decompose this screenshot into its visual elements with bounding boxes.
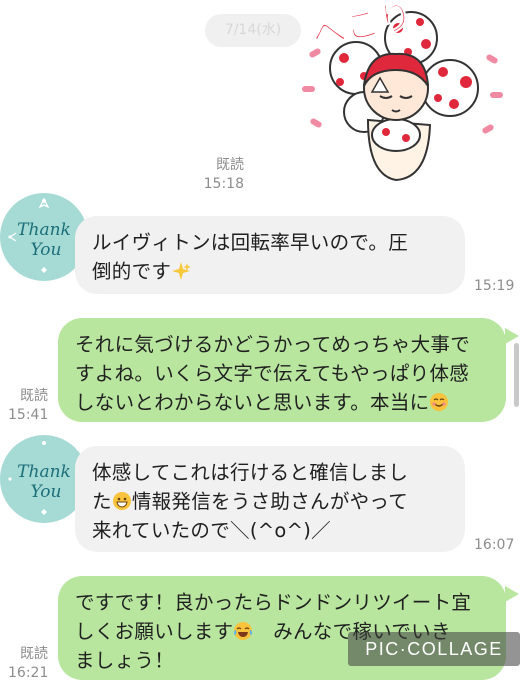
tears-of-joy-emoji (234, 622, 253, 640)
scrollbar[interactable] (514, 343, 519, 407)
outgoing-message[interactable]: それに気づけるかどうかってめっちゃ大事で すよね。いくら文字で伝えてもやっぱり体… (58, 318, 506, 422)
read-receipt: 既読 15:41 (8, 387, 48, 425)
message-line: 来れていたので＼(^o^)／ (92, 519, 331, 542)
bubble-tail (505, 586, 519, 602)
bow-sticker-icon[interactable]: ぺこり (268, 0, 523, 195)
message-time: 15:18 (203, 176, 244, 192)
message-line: すよね。いくら文字で伝えてもやっぱり体感 (75, 362, 470, 385)
read-receipt: 既読 15:18 (200, 156, 244, 194)
avatar-thank: Thank (17, 220, 71, 240)
incoming-message[interactable]: 体感してこれは行けると確信しまし た情報発信をうさ助さんがやって 来れていたので… (75, 446, 465, 552)
avatar-thank: Thank (17, 462, 71, 482)
message-line: 倒的です (92, 260, 172, 283)
avatar-you: You (31, 240, 62, 260)
watermark-badge: PIC·COLLAGE (348, 632, 520, 666)
smiling-face-emoji (430, 393, 449, 411)
grinning-face-emoji (112, 492, 131, 510)
bubble-tail (505, 328, 519, 344)
message-time: 16:07 (474, 537, 515, 553)
incoming-message[interactable]: ルイヴィトンは回転率早いので。圧 倒的です (75, 216, 465, 294)
sparkles-emoji (172, 262, 192, 280)
message-line: 情報発信をうさ助さんがやって (131, 490, 409, 513)
message-line: 体感してこれは行けると確信しまし (92, 461, 409, 484)
message-time: 15:41 (8, 407, 49, 423)
message-time: 15:19 (474, 278, 515, 294)
avatar-you: You (31, 482, 62, 502)
read-label: 既読 (216, 157, 244, 173)
read-label: 既読 (20, 646, 48, 662)
read-receipt: 既読 16:21 (8, 645, 48, 683)
message-line: た (92, 490, 112, 513)
message-line: しくお願いします (75, 620, 234, 643)
message-line: それに気づけるかどうかってめっちゃ大事で (75, 333, 471, 356)
message-line: ルイヴィトンは回転率早いので。圧 (92, 231, 409, 254)
message-line: しないとわからないと思います。本当に (75, 391, 430, 414)
message-time: 16:21 (8, 665, 49, 681)
message-line: ですです！良かったらドンドンリツイート宜 (75, 591, 472, 614)
read-label: 既読 (20, 388, 48, 404)
